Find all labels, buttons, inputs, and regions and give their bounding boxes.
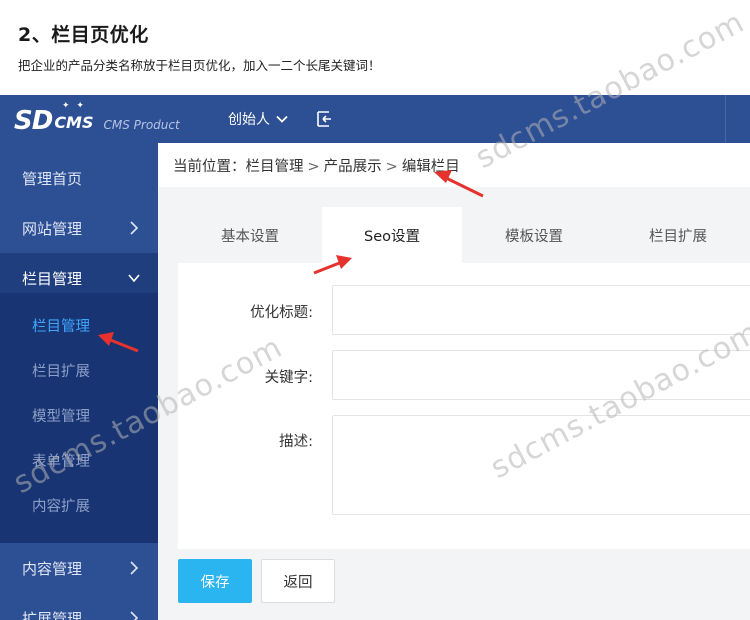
breadcrumb: 当前位置：栏目管理 > 产品展示 > 编辑栏目 bbox=[173, 155, 460, 176]
breadcrumb-current: 编辑栏目 bbox=[401, 159, 460, 175]
breadcrumb-link-product[interactable]: 产品展示 bbox=[324, 159, 382, 175]
chevron-right-icon bbox=[130, 561, 139, 575]
breadcrumb-prefix: 当前位置： bbox=[173, 159, 246, 175]
breadcrumb-separator: > bbox=[385, 159, 398, 175]
tab-label: 栏目扩展 bbox=[649, 228, 707, 245]
submenu-item-label: 模型管理 bbox=[32, 409, 90, 425]
sidebar-item-label: 扩展管理 bbox=[22, 609, 83, 620]
logo-product-text: CMS Product bbox=[103, 118, 180, 132]
tab-seo-settings[interactable]: Seo设置 bbox=[322, 207, 462, 263]
submenu-item-label: 内容扩展 bbox=[32, 499, 90, 515]
sidebar-item-extension[interactable]: 扩展管理 bbox=[0, 593, 158, 620]
tab-bar: 基本设置 Seo设置 模板设置 栏目扩展 bbox=[178, 205, 750, 263]
top-navbar: ✦ ✦ SD CMS CMS Product 创始人 bbox=[0, 95, 750, 143]
submenu-item-label: 栏目扩展 bbox=[32, 364, 90, 380]
sidebar-item-label: 内容管理 bbox=[22, 559, 83, 578]
sidebar-item-home[interactable]: 管理首页 bbox=[0, 153, 158, 203]
tab-template-settings[interactable]: 模板设置 bbox=[464, 207, 604, 263]
seo-form-panel: 优化标题: 关键字: 描述: bbox=[178, 263, 750, 549]
tab-label: Seo设置 bbox=[364, 228, 420, 245]
submenu-item-label: 栏目管理 bbox=[32, 319, 90, 335]
sidebar-item-label: 管理首页 bbox=[22, 169, 83, 188]
save-button[interactable]: 保存 bbox=[178, 559, 252, 603]
sdcms-logo[interactable]: ✦ ✦ SD CMS CMS Product bbox=[14, 101, 180, 136]
chevron-right-icon bbox=[130, 611, 139, 620]
logo-sd-text: SD bbox=[14, 106, 53, 136]
submenu-item-category-extend[interactable]: 栏目扩展 bbox=[0, 348, 158, 393]
doc-title: 2、栏目页优化 bbox=[18, 24, 149, 46]
description-label: 描述: bbox=[279, 434, 313, 450]
back-button[interactable]: 返回 bbox=[261, 559, 335, 603]
tab-category-extend[interactable]: 栏目扩展 bbox=[608, 207, 748, 263]
sidebar-item-site[interactable]: 网站管理 bbox=[0, 203, 158, 253]
logo-cms-text: CMS bbox=[54, 113, 94, 132]
seo-title-label: 优化标题: bbox=[250, 305, 313, 321]
breadcrumb-separator: > bbox=[307, 159, 320, 175]
tab-label: 模板设置 bbox=[505, 228, 563, 245]
seo-title-input[interactable] bbox=[332, 285, 750, 335]
breadcrumb-link-category[interactable]: 栏目管理 bbox=[246, 159, 304, 175]
chevron-right-icon bbox=[130, 221, 139, 235]
logo-stars-icon: ✦ ✦ bbox=[62, 101, 86, 111]
topbar-divider bbox=[725, 95, 726, 143]
doc-description: 把企业的产品分类名称放于栏目页优化，加入一二个长尾关键词！ bbox=[18, 58, 381, 73]
screenshot-root: 2、栏目页优化 把企业的产品分类名称放于栏目页优化，加入一二个长尾关键词！ ✦ … bbox=[0, 0, 750, 620]
chevron-down-icon bbox=[276, 115, 288, 123]
sidebar: 管理首页 网站管理 栏目管理 栏目管理 栏目扩展 模型管理 表单管理 内容扩展 bbox=[0, 143, 158, 620]
collapse-icon[interactable] bbox=[315, 110, 333, 128]
tab-label: 基本设置 bbox=[221, 228, 279, 245]
chevron-down-icon bbox=[128, 274, 140, 283]
tab-basic-settings[interactable]: 基本设置 bbox=[180, 207, 320, 263]
breadcrumb-bar: 当前位置：栏目管理 > 产品展示 > 编辑栏目 bbox=[158, 143, 750, 187]
sidebar-item-label: 栏目管理 bbox=[22, 269, 83, 288]
sidebar-item-content[interactable]: 内容管理 bbox=[0, 543, 158, 593]
user-menu[interactable]: 创始人 bbox=[228, 109, 288, 129]
submenu-item-category-manage[interactable]: 栏目管理 bbox=[0, 303, 158, 348]
sidebar-item-label: 网站管理 bbox=[22, 219, 83, 238]
user-menu-label: 创始人 bbox=[228, 112, 270, 128]
